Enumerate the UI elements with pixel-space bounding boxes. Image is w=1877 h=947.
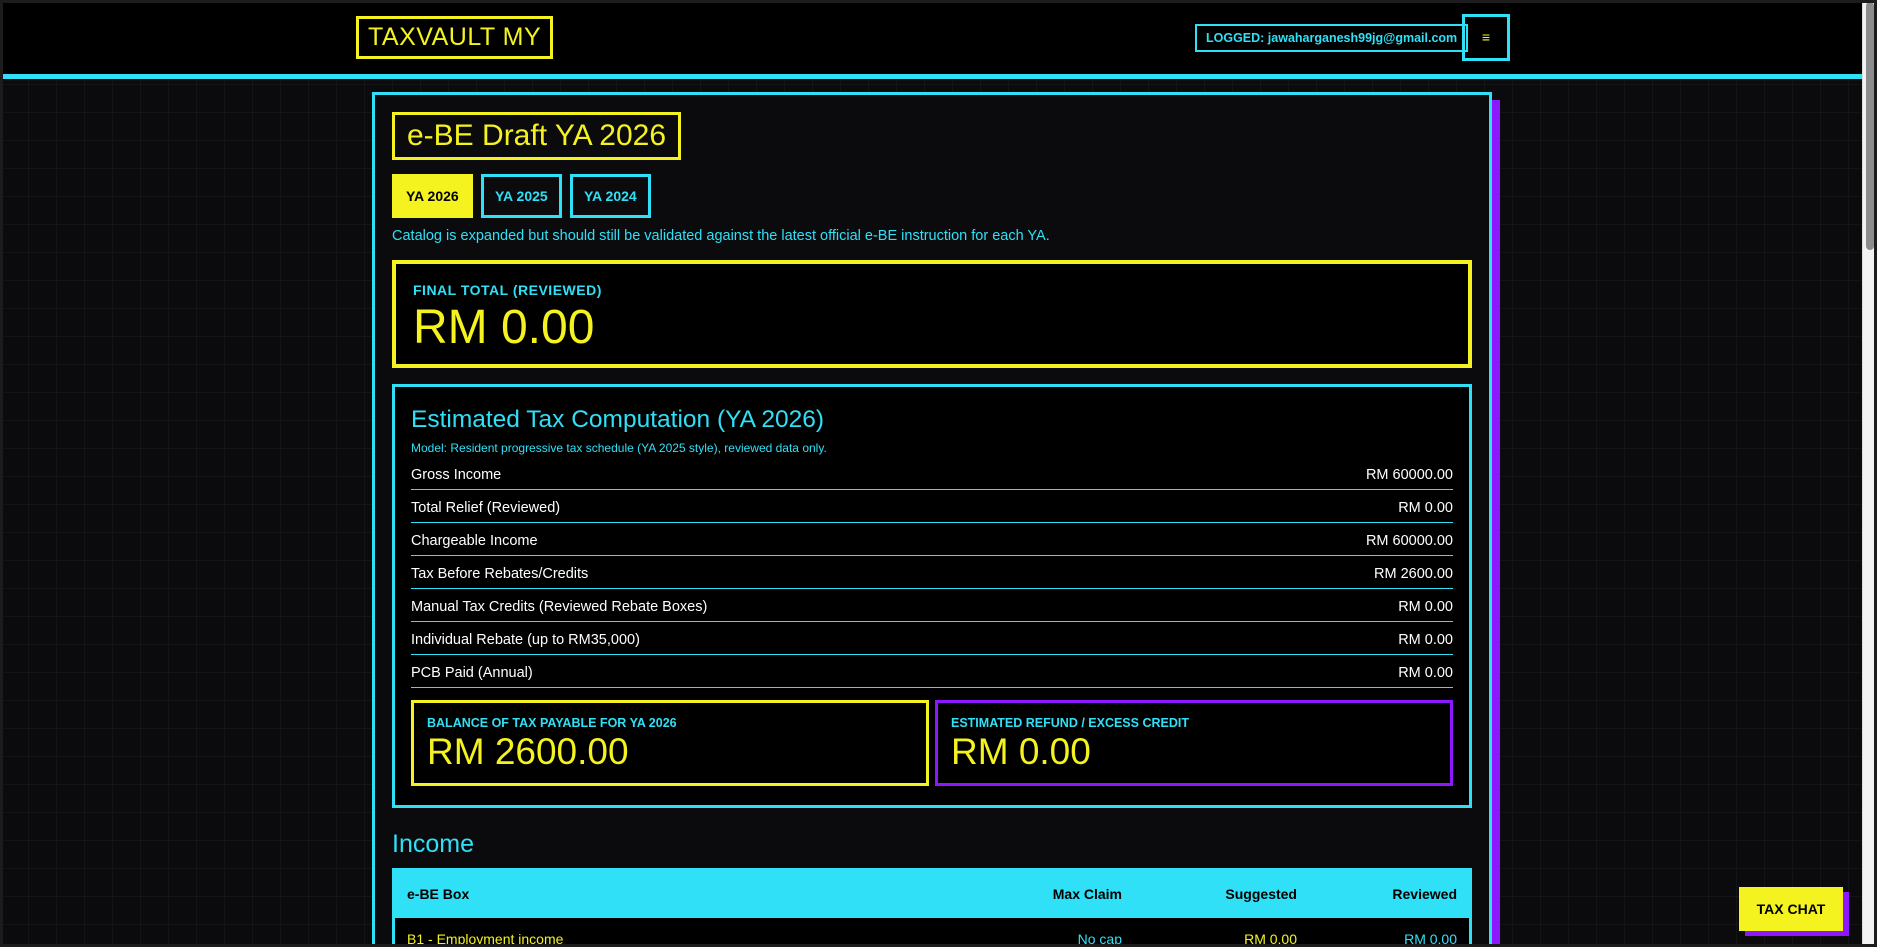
table-row[interactable]: B1 - Employment income No cap RM 0.00 RM… <box>395 918 1469 947</box>
refund-value: RM 0.00 <box>951 731 1091 772</box>
computation-row: Individual Rebate (up to RM35,000) RM 0.… <box>411 622 1453 655</box>
computation-row: Manual Tax Credits (Reviewed Rebate Boxe… <box>411 589 1453 622</box>
income-heading: Income <box>392 830 474 858</box>
cell-max-claim: No cap <box>1077 931 1122 947</box>
column-header-box: e-BE Box <box>407 886 470 902</box>
scrollbar-thumb[interactable] <box>1866 2 1874 250</box>
computation-rows: Gross Income RM 60000.00 Total Relief (R… <box>411 457 1453 688</box>
computation-row: Gross Income RM 60000.00 <box>411 457 1453 490</box>
row-label: Individual Rebate (up to RM35,000) <box>411 632 640 648</box>
tab-ya-2025[interactable]: YA 2025 <box>481 174 562 218</box>
row-label: Total Relief (Reviewed) <box>411 500 561 516</box>
page-title: e-BE Draft YA 2026 <box>392 112 682 160</box>
cell-reviewed[interactable]: RM 0.00 <box>1404 918 1457 947</box>
computation-row: Chargeable Income RM 60000.00 <box>411 523 1453 556</box>
computation-model-note: Model: Resident progressive tax schedule… <box>411 441 827 455</box>
computation-row: Total Relief (Reviewed) RM 0.00 <box>411 490 1453 523</box>
row-value: RM 60000.00 <box>1365 467 1453 483</box>
catalog-note: Catalog is expanded but should still be … <box>392 228 1050 244</box>
tab-ya-2024[interactable]: YA 2024 <box>570 174 651 218</box>
row-label: Gross Income <box>411 467 502 483</box>
final-total-card: FINAL TOTAL (REVIEWED) RM 0.00 <box>392 260 1472 368</box>
row-value: RM 0.00 <box>1398 665 1453 681</box>
menu-button[interactable]: ≡ <box>1462 14 1510 61</box>
table-header: e-BE Box Max Claim Suggested Reviewed <box>395 871 1469 918</box>
page-scrollbar[interactable] <box>1862 0 1877 947</box>
row-label: PCB Paid (Annual) <box>411 665 533 681</box>
computation-row: Tax Before Rebates/Credits RM 2600.00 <box>411 556 1453 589</box>
app-logo[interactable]: TAXVAULT MY <box>356 16 554 59</box>
column-header-reviewed: Reviewed <box>1392 886 1457 902</box>
logged-in-user: LOGGED: jawaharganesh99jg@gmail.com <box>1195 24 1469 52</box>
estimated-refund-card: ESTIMATED REFUND / EXCESS CREDIT RM 0.00 <box>935 700 1453 786</box>
row-value: RM 2600.00 <box>1374 566 1453 582</box>
refund-label: ESTIMATED REFUND / EXCESS CREDIT <box>951 716 1189 730</box>
final-total-label: FINAL TOTAL (REVIEWED) <box>413 282 602 298</box>
tab-ya-2026[interactable]: YA 2026 <box>392 174 473 218</box>
cell-box: B1 - Employment income <box>407 931 564 947</box>
row-value: RM 0.00 <box>1398 632 1453 648</box>
row-label: Manual Tax Credits (Reviewed Rebate Boxe… <box>411 599 708 615</box>
balance-value: RM 2600.00 <box>427 731 629 772</box>
tax-computation-card: Estimated Tax Computation (YA 2026) Mode… <box>392 384 1472 808</box>
tax-chat-button[interactable]: TAX CHAT <box>1739 887 1843 931</box>
computation-title: Estimated Tax Computation (YA 2026) <box>411 406 825 433</box>
balance-label: BALANCE OF TAX PAYABLE FOR YA 2026 <box>427 716 677 730</box>
computation-row: PCB Paid (Annual) RM 0.00 <box>411 655 1453 688</box>
column-header-suggested: Suggested <box>1225 886 1297 902</box>
row-label: Chargeable Income <box>411 533 538 549</box>
row-value: RM 0.00 <box>1398 599 1453 615</box>
cell-suggested: RM 0.00 <box>1244 931 1297 947</box>
row-value: RM 0.00 <box>1398 500 1453 516</box>
main-panel: e-BE Draft YA 2026 YA 2026 YA 2025 YA 20… <box>372 92 1492 947</box>
income-table: e-BE Box Max Claim Suggested Reviewed B1… <box>392 868 1472 947</box>
column-header-max-claim: Max Claim <box>1052 886 1122 902</box>
final-total-value: RM 0.00 <box>413 301 595 354</box>
row-value: RM 60000.00 <box>1365 533 1453 549</box>
balance-payable-card: BALANCE OF TAX PAYABLE FOR YA 2026 RM 26… <box>411 700 929 786</box>
top-navbar: TAXVAULT MY LOGGED: jawaharganesh99jg@gm… <box>0 0 1862 79</box>
row-label: Tax Before Rebates/Credits <box>411 566 589 582</box>
